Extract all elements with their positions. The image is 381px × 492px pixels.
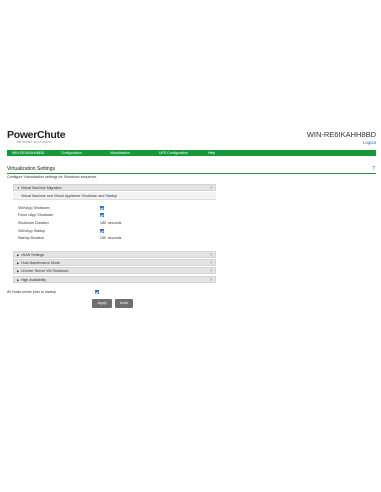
section-title: High Availability [21, 278, 47, 282]
field-all-hosts-online: All Hosts online prior to startup [7, 289, 127, 295]
brand-name: PowerChute [7, 129, 66, 141]
caret-right-icon: ▶ [17, 261, 20, 265]
startup-duration-input[interactable]: 150 seconds [100, 235, 121, 241]
section-vcenter-vm-shutdown[interactable]: ▶ vCenter Server VM Shutdown ? [13, 267, 216, 274]
section-vm-migration[interactable]: ▼ Virtual Machine Migration ? [13, 184, 216, 191]
hostname: WIN-RE6IKAHH8BD [306, 130, 376, 139]
subsection-vm-shutdown-startup: Virtual Machine and Virtual Appliance Sh… [13, 192, 216, 200]
nav-item-help[interactable]: Help [208, 150, 215, 156]
field-label: Force vApp Shutdown [18, 213, 54, 217]
page-title: Virtualization Settings [7, 166, 55, 172]
field-shutdown-duration: Shutdown Duration 180 seconds [18, 220, 198, 226]
nav-item-host[interactable]: WIN-RE6IKAHH8BD [12, 150, 44, 156]
help-icon[interactable]: ? [210, 252, 212, 259]
caret-right-icon: ▶ [17, 269, 20, 273]
shutdown-duration-input[interactable]: 180 seconds [100, 220, 121, 226]
shutdown-duration-unit: seconds [108, 221, 122, 225]
vm-vapp-shutdown-checkbox[interactable] [100, 206, 104, 210]
field-force-vapp-shutdown: Force vApp Shutdown [18, 212, 198, 218]
shutdown-duration-value: 180 [100, 221, 106, 225]
help-icon[interactable]: ? [210, 185, 212, 192]
startup-duration-value: 150 [100, 236, 106, 240]
powerchute-logo: PowerChute NETWORK SHUTDOWN [7, 129, 66, 145]
help-icon[interactable]: ? [210, 268, 212, 275]
field-label: VM/vApp Startup [18, 229, 46, 233]
brand-subtitle: NETWORK SHUTDOWN [17, 141, 52, 144]
vm-vapp-startup-checkbox[interactable] [100, 229, 104, 233]
field-vm-vapp-startup: VM/vApp Startup [18, 228, 198, 234]
section-title: Host Maintenance Mode [21, 261, 60, 265]
logout-link[interactable]: Logout [307, 139, 376, 146]
section-title: vSAN Settings [21, 253, 45, 257]
section-title: Virtual Machine Migration [21, 186, 62, 190]
all-hosts-online-checkbox[interactable] [95, 290, 99, 294]
caret-down-icon: ▼ [17, 186, 20, 190]
help-icon[interactable]: ? [210, 277, 212, 284]
caret-right-icon: ▶ [17, 253, 20, 257]
field-label: Startup Duration [18, 236, 45, 240]
app-header: PowerChute NETWORK SHUTDOWN WIN-RE6IKAHH… [7, 130, 376, 150]
section-vsan-settings[interactable]: ▶ vSAN Settings ? [13, 251, 216, 258]
nav-item-virtualization[interactable]: Virtualization [110, 150, 130, 156]
caret-right-icon: ▶ [17, 278, 20, 282]
section-high-availability[interactable]: ▶ High Availability ? [13, 276, 216, 283]
apply-button[interactable]: Apply [92, 299, 112, 308]
page-help-icon[interactable]: ? [372, 165, 375, 173]
field-vm-vapp-shutdown: VM/vApp Shutdown [18, 205, 198, 211]
undo-button[interactable]: Undo [115, 299, 133, 308]
nav-item-configuration[interactable]: Configuration [61, 150, 82, 156]
page-header: Virtualization Settings ? [7, 165, 376, 174]
field-label: All Hosts online prior to startup [7, 290, 56, 294]
help-icon[interactable]: ? [210, 260, 212, 267]
nav-item-ups-configuration[interactable]: UPS Configuration [159, 150, 188, 156]
field-label: VM/vApp Shutdown [18, 206, 50, 210]
section-host-maintenance-mode[interactable]: ▶ Host Maintenance Mode ? [13, 259, 216, 266]
field-startup-duration: Startup Duration 150 seconds [18, 235, 198, 241]
page-description: Configure Virtualization settings for Sh… [7, 175, 98, 179]
subsection-title: Virtual Machine and Virtual Appliance Sh… [21, 194, 117, 198]
section-title: vCenter Server VM Shutdown [21, 269, 69, 273]
main-nav: WIN-RE6IKAHH8BD Configuration Virtualiza… [7, 150, 376, 156]
force-vapp-shutdown-checkbox[interactable] [100, 213, 104, 217]
startup-duration-unit: seconds [108, 236, 122, 240]
field-label: Shutdown Duration [18, 221, 49, 225]
host-info: WIN-RE6IKAHH8BD Logout [307, 130, 376, 146]
